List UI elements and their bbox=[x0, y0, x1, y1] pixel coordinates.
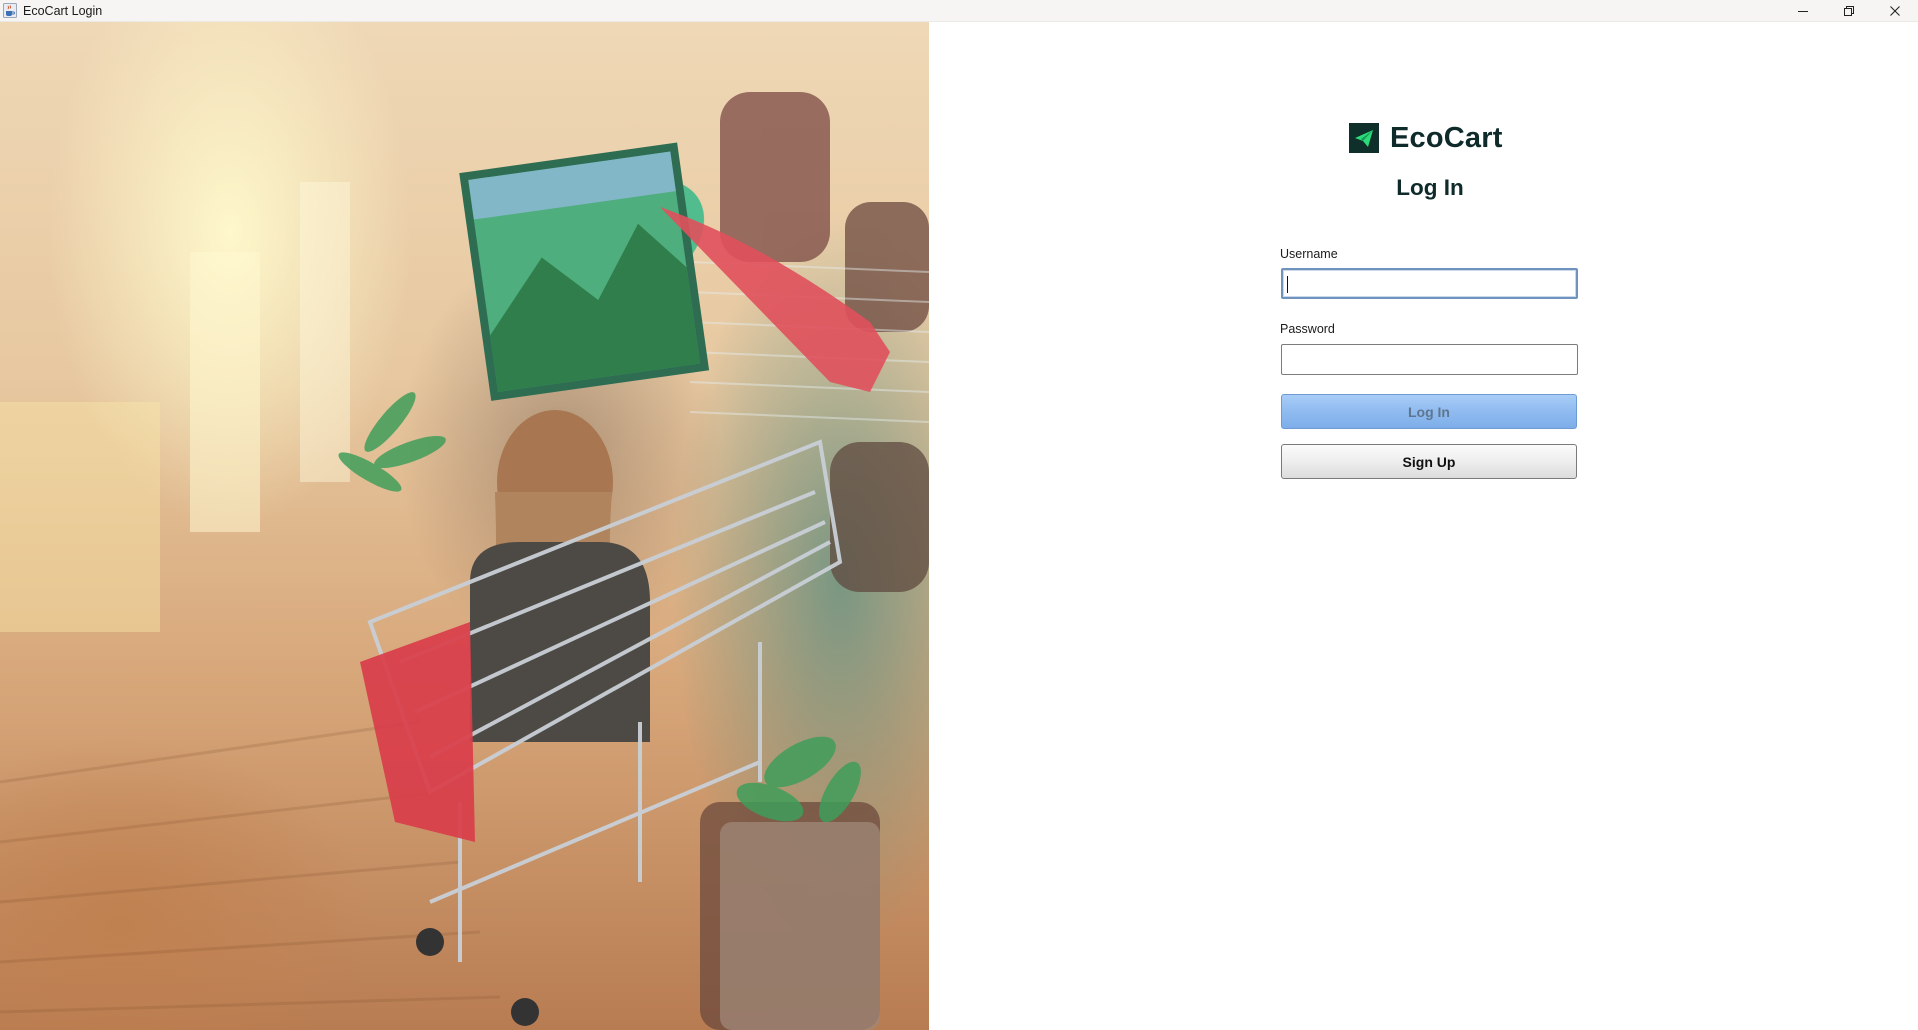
java-cup-icon bbox=[3, 3, 17, 18]
username-label: Username bbox=[1280, 247, 1338, 261]
password-label: Password bbox=[1280, 322, 1335, 336]
login-button[interactable]: Log In bbox=[1281, 394, 1577, 429]
text-caret bbox=[1287, 276, 1288, 293]
restore-icon bbox=[1844, 6, 1854, 16]
close-button[interactable] bbox=[1872, 0, 1918, 22]
brand-name: EcoCart bbox=[1390, 122, 1503, 154]
brand: EcoCart bbox=[1349, 122, 1503, 154]
restore-button[interactable] bbox=[1826, 0, 1872, 22]
password-field[interactable] bbox=[1281, 344, 1578, 375]
close-icon bbox=[1890, 6, 1900, 16]
page-title: Log In bbox=[1396, 175, 1464, 200]
window-title-bar: EcoCart Login bbox=[0, 0, 1918, 22]
minimize-button[interactable] bbox=[1780, 0, 1826, 22]
signup-button[interactable]: Sign Up bbox=[1281, 444, 1577, 479]
username-field[interactable] bbox=[1281, 268, 1578, 299]
minimize-icon bbox=[1798, 11, 1808, 12]
paper-plane-icon bbox=[1349, 123, 1379, 153]
hero-image bbox=[0, 22, 929, 1030]
window-title: EcoCart Login bbox=[23, 4, 103, 18]
